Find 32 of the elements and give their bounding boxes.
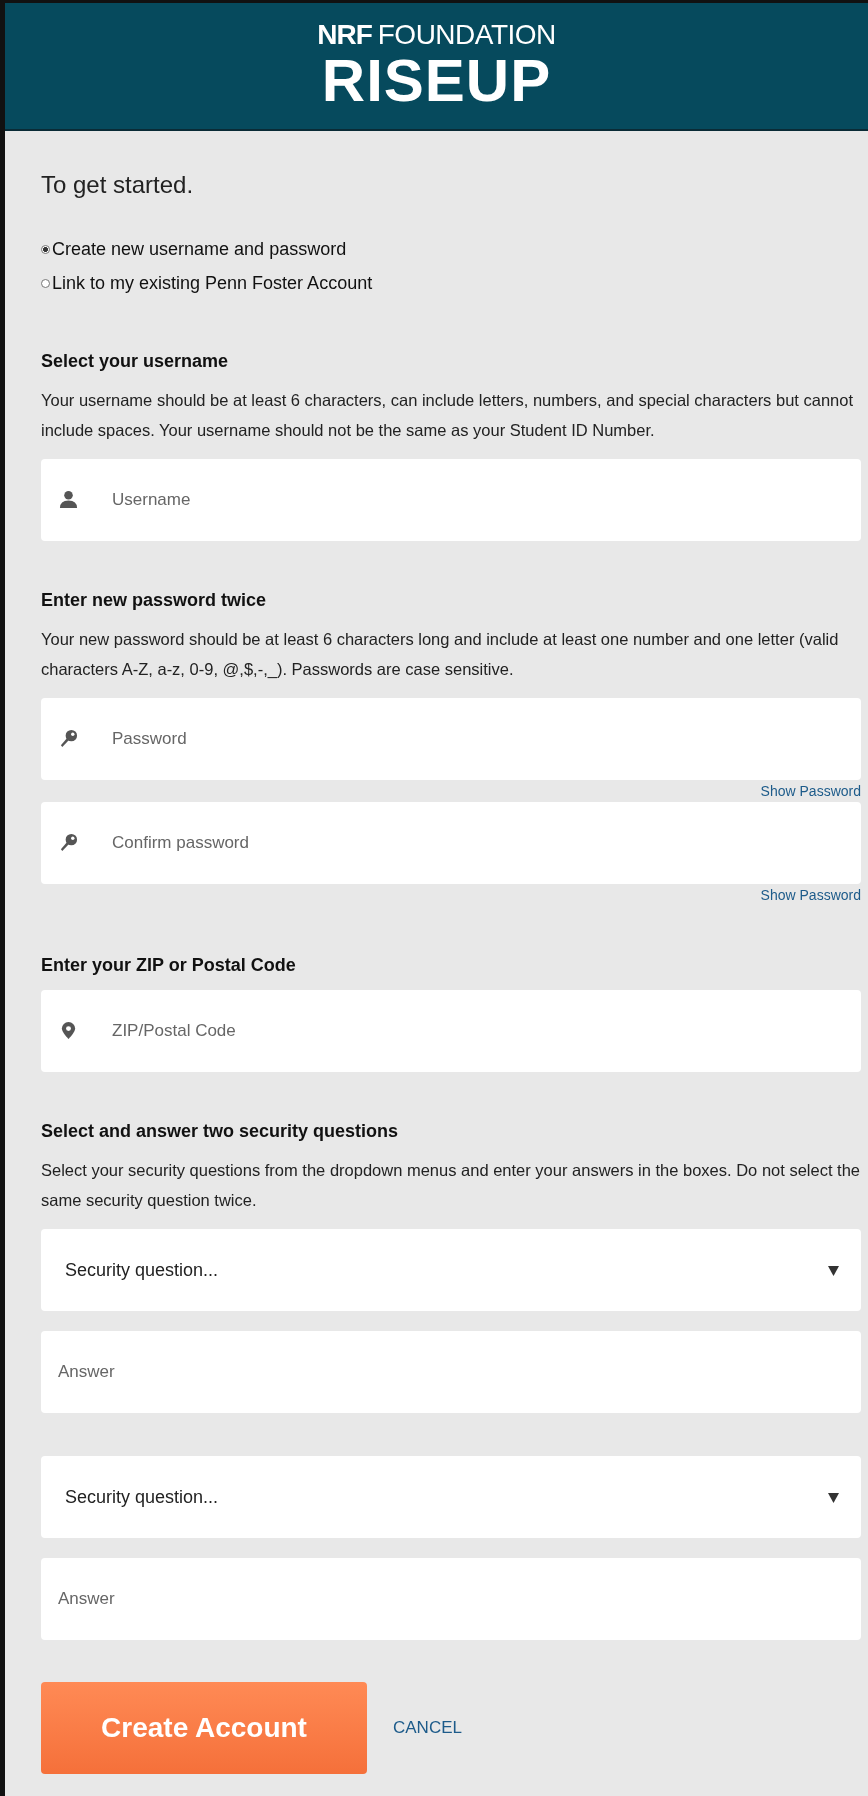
section-description: Select your security questions from the dropdown menus and enter your answers in the boxes. Do not select the same security question twice.: [41, 1160, 861, 1211]
cancel-link[interactable]: CANCEL: [393, 1718, 462, 1738]
input-field[interactable]: Answer: [41, 1558, 861, 1640]
show-password-link[interactable]: Show Password: [760, 887, 861, 903]
section-heading: Enter new password twice: [41, 589, 268, 611]
logo-text: NRF: [317, 20, 372, 50]
section-description: Your username should be at least 6 characters, can include letters, numbers, and special characters but cannot include spaces. Your username should not be the same as your Student ID Number.: [41, 390, 855, 441]
section-heading: Enter your ZIP or Postal Code: [41, 954, 297, 976]
show-password-link[interactable]: Show Password: [760, 783, 861, 799]
key-icon: [59, 729, 78, 748]
radio-button[interactable]: [41, 244, 50, 254]
caret-icon: [828, 1491, 839, 1503]
input-field[interactable]: Username: [41, 459, 861, 541]
intro-heading: To get started.: [41, 170, 195, 200]
caret-icon: [828, 1264, 839, 1276]
map-pin-icon: [59, 1021, 78, 1040]
section-heading: Select your username: [41, 350, 230, 372]
section-heading: Select and answer two security questions: [41, 1120, 400, 1142]
security-question-select[interactable]: Security question...: [41, 1456, 861, 1538]
logo-text: FOUNDATION: [377, 20, 556, 50]
logo-text: RISEUP: [321, 50, 552, 112]
input-field[interactable]: Answer: [41, 1331, 861, 1413]
security-question-select[interactable]: Security question...: [41, 1229, 861, 1311]
radio-option[interactable]: Link to my existing Penn Foster Account: [41, 266, 373, 300]
key-icon: [59, 833, 78, 852]
input-field[interactable]: Password: [41, 698, 861, 780]
radio-option[interactable]: Create new username and password: [41, 232, 347, 266]
person-icon: [59, 490, 78, 509]
radio-button[interactable]: [41, 278, 50, 288]
section-description: Your new password should be at least 6 characters long and include at least one number and one letter (valid characters A-Z, a-z, 0-9, @,$,-,_). Passwords are case sensitive.: [41, 629, 840, 680]
input-field[interactable]: Confirm password: [41, 802, 861, 884]
input-field[interactable]: ZIP/Postal Code: [41, 990, 861, 1072]
